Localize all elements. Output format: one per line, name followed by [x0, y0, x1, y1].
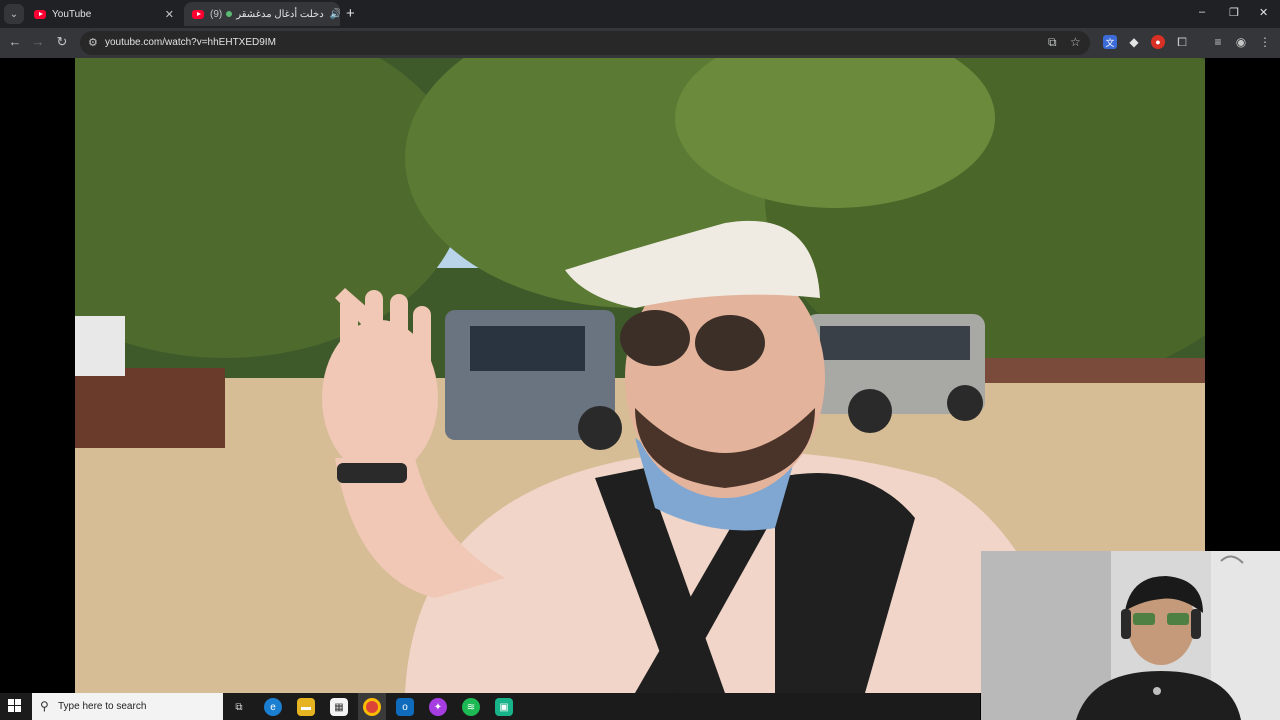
- spotify-icon[interactable]: ≋: [462, 698, 480, 716]
- task-view-icon[interactable]: ⧉: [230, 698, 248, 716]
- chrome-icon[interactable]: [363, 698, 381, 716]
- edge-icon[interactable]: e: [264, 698, 282, 716]
- webcam-overlay: [981, 551, 1280, 720]
- menu-icon[interactable]: ⋮: [1258, 35, 1272, 49]
- youtube-icon: [192, 9, 204, 19]
- file-explorer-icon[interactable]: ▬: [297, 698, 315, 716]
- reload-button[interactable]: ↻: [53, 34, 71, 50]
- chevron-down-icon: ⌄: [9, 8, 19, 20]
- bookmark-star-icon[interactable]: ☆: [1070, 35, 1081, 49]
- new-tab-button[interactable]: +: [346, 5, 355, 22]
- tab-video[interactable]: (9) دخلت أدغال مدغشقر 🔊 ✕: [184, 2, 340, 26]
- tab-search-button[interactable]: ⌄: [4, 4, 24, 24]
- windows-start-icon[interactable]: [8, 699, 22, 713]
- speaker-icon[interactable]: 🔊: [330, 9, 340, 20]
- back-button[interactable]: ←: [6, 34, 24, 49]
- tab-title: دخلت أدغال مدغشقر: [236, 8, 324, 20]
- recording-indicator-icon: [226, 11, 233, 17]
- address-url[interactable]: youtube.com/watch?v=hhEHTXED9IM: [105, 37, 276, 48]
- diamond-icon[interactable]: ◆: [1127, 35, 1141, 49]
- browser-tab-strip: ⌄ YouTube ✕ (9) دخلت أدغال مدغشقر 🔊 ✕ + …: [0, 0, 1280, 28]
- record-icon[interactable]: ●: [1151, 35, 1165, 49]
- outlook-icon[interactable]: o: [396, 698, 414, 716]
- translate-icon[interactable]: 文: [1103, 35, 1117, 49]
- install-app-icon[interactable]: ⧉: [1048, 35, 1057, 50]
- search-icon: ⚲: [40, 699, 49, 713]
- messenger-icon[interactable]: ✦: [429, 698, 447, 716]
- taskbar-search-box[interactable]: ⚲ Type here to search: [32, 693, 223, 720]
- tab-close-icon[interactable]: ✕: [165, 8, 174, 21]
- windows-taskbar: ⚲ Type here to search ⧉ e ▬ ▦ o ✦ ≋ ▣: [0, 693, 980, 720]
- restore-button[interactable]: ❐: [1229, 6, 1239, 19]
- address-bar[interactable]: ⚙ youtube.com/watch?v=hhEHTXED9IM ⧉ ☆: [80, 31, 1090, 55]
- media-controls-icon[interactable]: ≡: [1211, 35, 1225, 49]
- youtube-icon: [34, 9, 46, 19]
- tab-title: YouTube: [52, 8, 92, 20]
- webcam-frame-image: [981, 551, 1280, 720]
- browser-toolbar: ← → ↻ ⚙ youtube.com/watch?v=hhEHTXED9IM …: [0, 28, 1280, 58]
- tab-youtube[interactable]: YouTube ✕: [26, 2, 182, 26]
- android-icon[interactable]: ▣: [495, 698, 513, 716]
- site-info-icon[interactable]: ⚙: [88, 36, 98, 49]
- tab-notification-count: (9): [210, 8, 223, 20]
- store-icon[interactable]: ▦: [330, 698, 348, 716]
- puzzle-icon[interactable]: ⧠: [1175, 35, 1189, 49]
- forward-button[interactable]: →: [29, 34, 47, 49]
- minimize-button[interactable]: –: [1199, 6, 1205, 18]
- close-window-button[interactable]: ✕: [1259, 6, 1268, 19]
- profile-icon[interactable]: ◉: [1234, 35, 1248, 49]
- search-placeholder: Type here to search: [58, 701, 147, 712]
